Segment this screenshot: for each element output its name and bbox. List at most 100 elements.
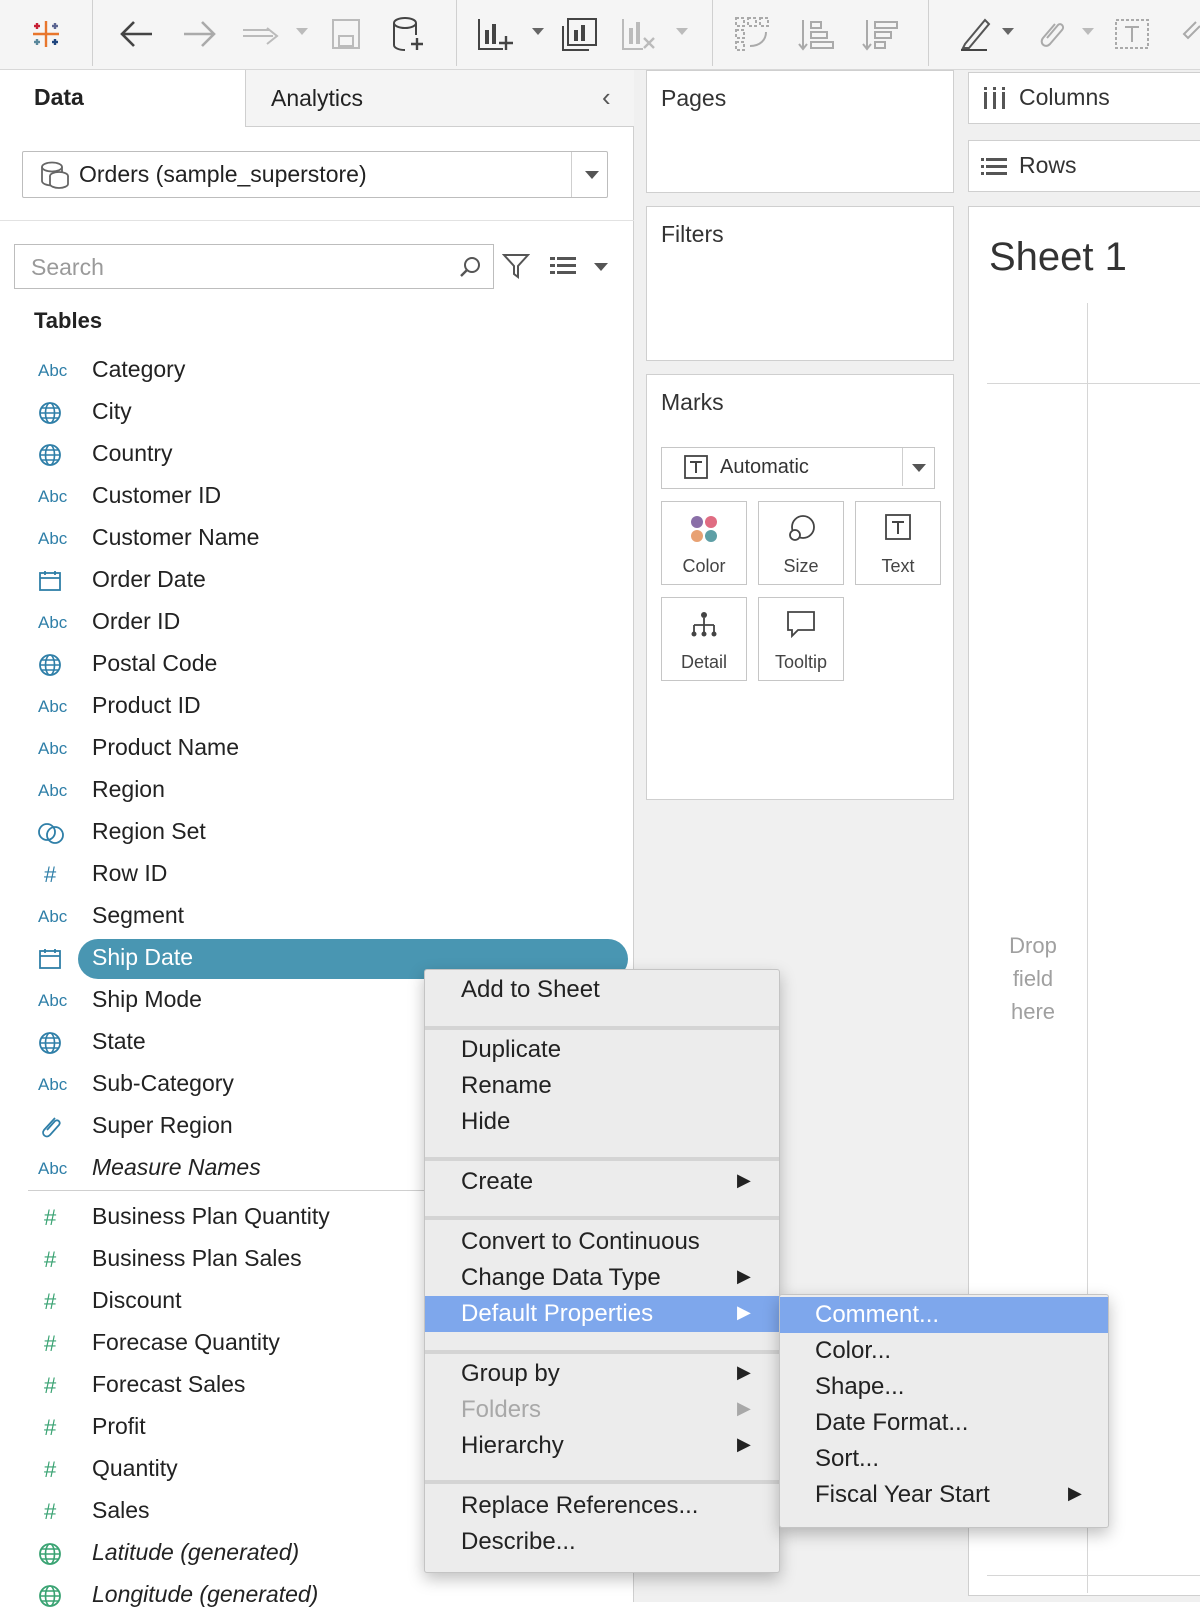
field-name: Measure Names — [92, 1154, 261, 1180]
replay-icon[interactable] — [240, 14, 284, 54]
search-icon — [459, 255, 483, 284]
dimension-field[interactable]: Abc Category — [0, 350, 634, 392]
field-name: Postal Code — [92, 650, 218, 676]
dimension-field[interactable]: Abc Customer Name — [0, 518, 634, 560]
data-source-select[interactable]: Orders (sample_superstore) — [22, 151, 608, 198]
pin-icon[interactable] — [1176, 14, 1200, 54]
menu-item-hide[interactable]: Hide — [425, 1104, 779, 1140]
field-name: Region Set — [92, 818, 206, 844]
field-name: Ship Date — [92, 944, 194, 970]
color-mark-card[interactable]: Color — [661, 501, 747, 585]
menu-item-group-by[interactable]: Group by ▶ — [425, 1356, 779, 1392]
dimension-field[interactable]: City — [0, 392, 634, 434]
menu-item-add-to-sheet[interactable]: Add to Sheet — [425, 972, 779, 1008]
columns-shelf[interactable]: Columns — [968, 72, 1200, 124]
submenu-item-date-format[interactable]: Date Format... — [780, 1405, 1108, 1441]
menu-item-label: Convert to Continuous — [461, 1228, 700, 1255]
chevron-down-icon[interactable] — [594, 263, 608, 271]
undo-icon[interactable] — [116, 14, 156, 54]
search-input[interactable]: Search — [31, 254, 104, 281]
text-label-icon[interactable] — [1112, 14, 1152, 54]
dimension-field[interactable]: Region Set — [0, 812, 634, 854]
menu-item-label: Folders — [461, 1396, 542, 1423]
menu-item-rename[interactable]: Rename — [425, 1068, 779, 1104]
globe-icon — [38, 1584, 74, 1608]
size-mark-card[interactable]: Size — [758, 501, 844, 585]
dimension-field[interactable]: Country — [0, 434, 634, 476]
drop-field-hint[interactable]: Drop field here — [989, 929, 1077, 1028]
paperclip-icon[interactable] — [1030, 14, 1070, 54]
abc-icon: Abc — [38, 613, 68, 632]
columns-label: Columns — [1019, 84, 1110, 110]
menu-item-create[interactable]: Create ▶ — [425, 1164, 779, 1200]
tableau-logo-icon[interactable] — [26, 14, 66, 54]
chevron-down-icon[interactable] — [585, 171, 599, 179]
search-field[interactable]: Search — [14, 244, 494, 289]
submenu-arrow-icon: ▶ — [1068, 1483, 1082, 1503]
dimension-field[interactable]: Postal Code — [0, 644, 634, 686]
submenu-item-color[interactable]: Color... — [780, 1333, 1108, 1369]
collapse-pane-icon[interactable]: ‹ — [602, 82, 611, 113]
context-menu: Add to Sheet Duplicate Rename Hide Creat… — [424, 969, 780, 1573]
duplicate-sheet-icon[interactable] — [560, 14, 600, 54]
swap-rows-columns-icon[interactable] — [732, 14, 772, 54]
size-label: Size — [783, 556, 819, 576]
tab-data[interactable]: Data — [0, 70, 246, 128]
submenu-item-comment[interactable]: Comment... — [780, 1297, 1108, 1333]
field-name: Business Plan Quantity — [92, 1203, 330, 1229]
submenu-item-fiscal-year-start[interactable]: Fiscal Year Start ▶ — [780, 1477, 1108, 1513]
menu-item-change-data-type[interactable]: Change Data Type ▶ — [425, 1260, 779, 1296]
abc-icon: Abc — [38, 1159, 68, 1178]
dimension-field[interactable]: Abc Region — [0, 770, 634, 812]
menu-item-replace-references[interactable]: Replace References... — [425, 1488, 779, 1524]
rows-shelf[interactable]: Rows — [968, 140, 1200, 192]
filters-shelf[interactable]: Filters — [646, 206, 954, 361]
number-icon: # — [44, 1499, 57, 1524]
dimension-field[interactable]: Order Date — [0, 560, 634, 602]
submenu-arrow-icon: ▶ — [737, 1302, 751, 1322]
dimension-field[interactable]: # Row ID — [0, 854, 634, 896]
data-source-name: Orders (sample_superstore) — [79, 161, 367, 187]
sort-descending-icon[interactable] — [860, 14, 900, 54]
mark-type-select[interactable]: Automatic — [661, 447, 935, 489]
abc-icon: Abc — [38, 1075, 68, 1094]
dimension-field[interactable]: Abc Product Name — [0, 728, 634, 770]
pages-shelf[interactable]: Pages — [646, 70, 954, 193]
detail-mark-card[interactable]: Detail — [661, 597, 747, 681]
drop-hint-line: here — [1010, 999, 1056, 1024]
menu-item-convert-to-continuous[interactable]: Convert to Continuous — [425, 1224, 779, 1260]
menu-item-label: Change Data Type — [461, 1264, 661, 1291]
menu-item-hierarchy[interactable]: Hierarchy ▶ — [425, 1428, 779, 1464]
submenu-item-sort[interactable]: Sort... — [780, 1441, 1108, 1477]
chevron-down-icon[interactable] — [912, 464, 926, 472]
tab-analytics[interactable]: Analytics ‹ — [245, 70, 634, 127]
calendar-icon — [38, 947, 74, 971]
redo-icon[interactable] — [180, 14, 220, 54]
clear-sheet-icon[interactable] — [620, 14, 660, 54]
highlight-icon[interactable] — [954, 14, 994, 54]
tooltip-mark-card[interactable]: Tooltip — [758, 597, 844, 681]
submenu-item-shape[interactable]: Shape... — [780, 1369, 1108, 1405]
view-list-icon[interactable] — [550, 256, 576, 281]
text-mark-card[interactable]: Text — [855, 501, 941, 585]
filter-icon[interactable] — [501, 252, 531, 285]
dimension-field[interactable]: Abc Order ID — [0, 602, 634, 644]
save-icon[interactable] — [326, 14, 366, 54]
field-name: Customer ID — [92, 482, 222, 508]
sort-ascending-icon[interactable] — [796, 14, 836, 54]
abc-icon: Abc — [38, 739, 68, 758]
dimension-field[interactable]: Abc Segment — [0, 896, 634, 938]
new-worksheet-icon[interactable] — [476, 14, 516, 54]
globe-icon — [38, 1031, 74, 1055]
dimension-field[interactable]: Abc Product ID — [0, 686, 634, 728]
field-name: Ship Mode — [92, 986, 202, 1012]
menu-item-describe[interactable]: Describe... — [425, 1524, 779, 1560]
text-icon — [856, 514, 940, 540]
new-data-source-icon[interactable] — [388, 14, 428, 54]
menu-item-duplicate[interactable]: Duplicate — [425, 1032, 779, 1068]
field-name: Order Date — [92, 566, 206, 592]
field-name: Row ID — [92, 860, 168, 886]
measure-field[interactable]: Longitude (generated) — [0, 1575, 634, 1617]
dimension-field[interactable]: Abc Customer ID — [0, 476, 634, 518]
menu-item-default-properties[interactable]: Default Properties ▶ — [425, 1296, 779, 1332]
